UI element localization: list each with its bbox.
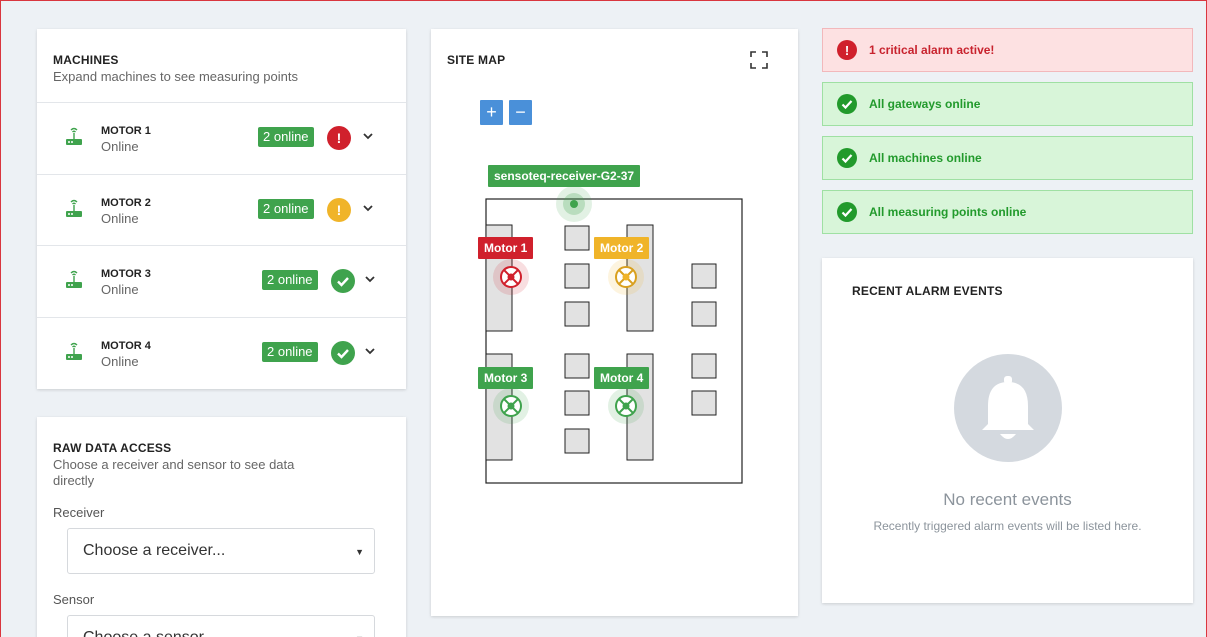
equipment-box bbox=[691, 301, 717, 327]
machines-title: MACHINES bbox=[53, 53, 119, 67]
site-map-card: SITE MAP + − sensoteq-receiver-G2-37 Mot… bbox=[431, 29, 798, 616]
gateways-alert: All gateways online bbox=[822, 82, 1193, 126]
empty-state-title: No recent events bbox=[943, 490, 1072, 509]
measuring-points-alert-text: All measuring points online bbox=[869, 205, 1027, 219]
machines-subtitle: Expand machines to see measuring points bbox=[53, 69, 298, 84]
check-icon bbox=[837, 94, 857, 114]
floor-plan[interactable] bbox=[431, 29, 798, 616]
gateway-icon bbox=[66, 342, 82, 360]
motor-3-tag[interactable]: Motor 3 bbox=[478, 367, 534, 389]
machine-status: Online bbox=[101, 139, 139, 154]
motor-1-marker bbox=[493, 259, 529, 295]
machine-status: Online bbox=[101, 282, 139, 297]
equipment-box bbox=[564, 390, 590, 416]
measuring-points-alert: All measuring points online bbox=[822, 190, 1193, 234]
sensor-select[interactable]: Choose a sensor... ▼ bbox=[67, 615, 375, 637]
receiver-marker bbox=[570, 200, 578, 208]
online-count-badge: 2 online bbox=[262, 341, 318, 362]
check-icon bbox=[331, 340, 355, 365]
equipment-box bbox=[691, 353, 717, 379]
motor-2-tag[interactable]: Motor 2 bbox=[594, 237, 650, 259]
machine-name: MOTOR 3 bbox=[101, 268, 151, 280]
recent-alarms-card: RECENT ALARM EVENTS No recent events Rec… bbox=[822, 258, 1193, 603]
check-icon bbox=[331, 269, 355, 293]
critical-alarm-alert[interactable]: ! 1 critical alarm active! bbox=[822, 28, 1193, 72]
gateway-icon bbox=[66, 127, 82, 145]
motor-1-tag[interactable]: Motor 1 bbox=[478, 237, 534, 259]
gateway-icon bbox=[66, 270, 82, 288]
receiver-select-value: Choose a receiver... bbox=[83, 542, 226, 559]
gateway-icon bbox=[66, 199, 82, 217]
raw-data-subtitle: Choose a receiver and sensor to see data… bbox=[53, 457, 295, 488]
online-count-badge: 2 online bbox=[258, 127, 314, 147]
sensor-label: Sensor bbox=[53, 592, 95, 607]
chevron-down-icon[interactable] bbox=[361, 129, 375, 143]
raw-data-title: RAW DATA ACCESS bbox=[53, 441, 172, 455]
equipment-box bbox=[691, 390, 717, 416]
machine-status: Online bbox=[101, 210, 139, 226]
machines-alert: All machines online bbox=[822, 136, 1193, 180]
machines-alert-text: All machines online bbox=[869, 151, 982, 165]
receiver-tag[interactable]: sensoteq-receiver-G2-37 bbox=[488, 165, 641, 187]
empty-state-subtitle: Recently triggered alarm events will be … bbox=[873, 519, 1142, 533]
machine-row-motor-2[interactable]: MOTOR 2 Online 2 online ! bbox=[37, 173, 406, 246]
machine-status: Online bbox=[101, 353, 139, 369]
recent-alarms-title: RECENT ALARM EVENTS bbox=[852, 284, 1003, 298]
check-icon bbox=[837, 148, 857, 168]
machine-row-motor-4[interactable]: MOTOR 4 Online 2 online bbox=[37, 316, 406, 389]
machine-row-motor-1[interactable]: MOTOR 1 Online 2 online ! bbox=[37, 102, 406, 174]
online-count-badge: 2 online bbox=[258, 198, 314, 219]
sensor-select-value: Choose a sensor... bbox=[83, 629, 216, 637]
machine-name: MOTOR 2 bbox=[101, 196, 151, 209]
machine-name: MOTOR 1 bbox=[101, 125, 151, 137]
equipment-box bbox=[691, 263, 717, 289]
caret-down-icon: ▼ bbox=[355, 547, 364, 557]
receiver-label: Receiver bbox=[53, 505, 105, 520]
bell-icon bbox=[954, 354, 1062, 462]
gateways-alert-text: All gateways online bbox=[869, 97, 981, 111]
raw-data-card: RAW DATA ACCESS Choose a receiver and se… bbox=[37, 417, 406, 637]
chevron-down-icon[interactable] bbox=[363, 344, 377, 358]
chevron-down-icon[interactable] bbox=[361, 201, 375, 215]
machine-row-motor-3[interactable]: MOTOR 3 Online 2 online bbox=[37, 245, 406, 317]
equipment-box bbox=[564, 225, 590, 251]
motor-4-marker bbox=[608, 388, 644, 424]
warning-alarm-icon: ! bbox=[327, 197, 351, 222]
critical-alarm-icon: ! bbox=[327, 126, 351, 150]
online-count-badge: 2 online bbox=[262, 270, 318, 290]
equipment-box bbox=[564, 301, 590, 327]
motor-4-tag[interactable]: Motor 4 bbox=[594, 367, 650, 389]
machine-name: MOTOR 4 bbox=[101, 339, 151, 352]
machines-card: MACHINES Expand machines to see measurin… bbox=[37, 29, 406, 389]
receiver-select[interactable]: Choose a receiver... ▼ bbox=[67, 528, 375, 574]
equipment-box bbox=[564, 428, 590, 454]
equipment-box bbox=[564, 353, 590, 379]
exclamation-icon: ! bbox=[837, 40, 857, 60]
motor-2-marker bbox=[608, 259, 644, 295]
chevron-down-icon[interactable] bbox=[363, 272, 377, 286]
motor-3-marker bbox=[493, 388, 529, 424]
equipment-box bbox=[564, 263, 590, 289]
check-icon bbox=[837, 202, 857, 222]
critical-alarm-text: 1 critical alarm active! bbox=[869, 43, 995, 57]
